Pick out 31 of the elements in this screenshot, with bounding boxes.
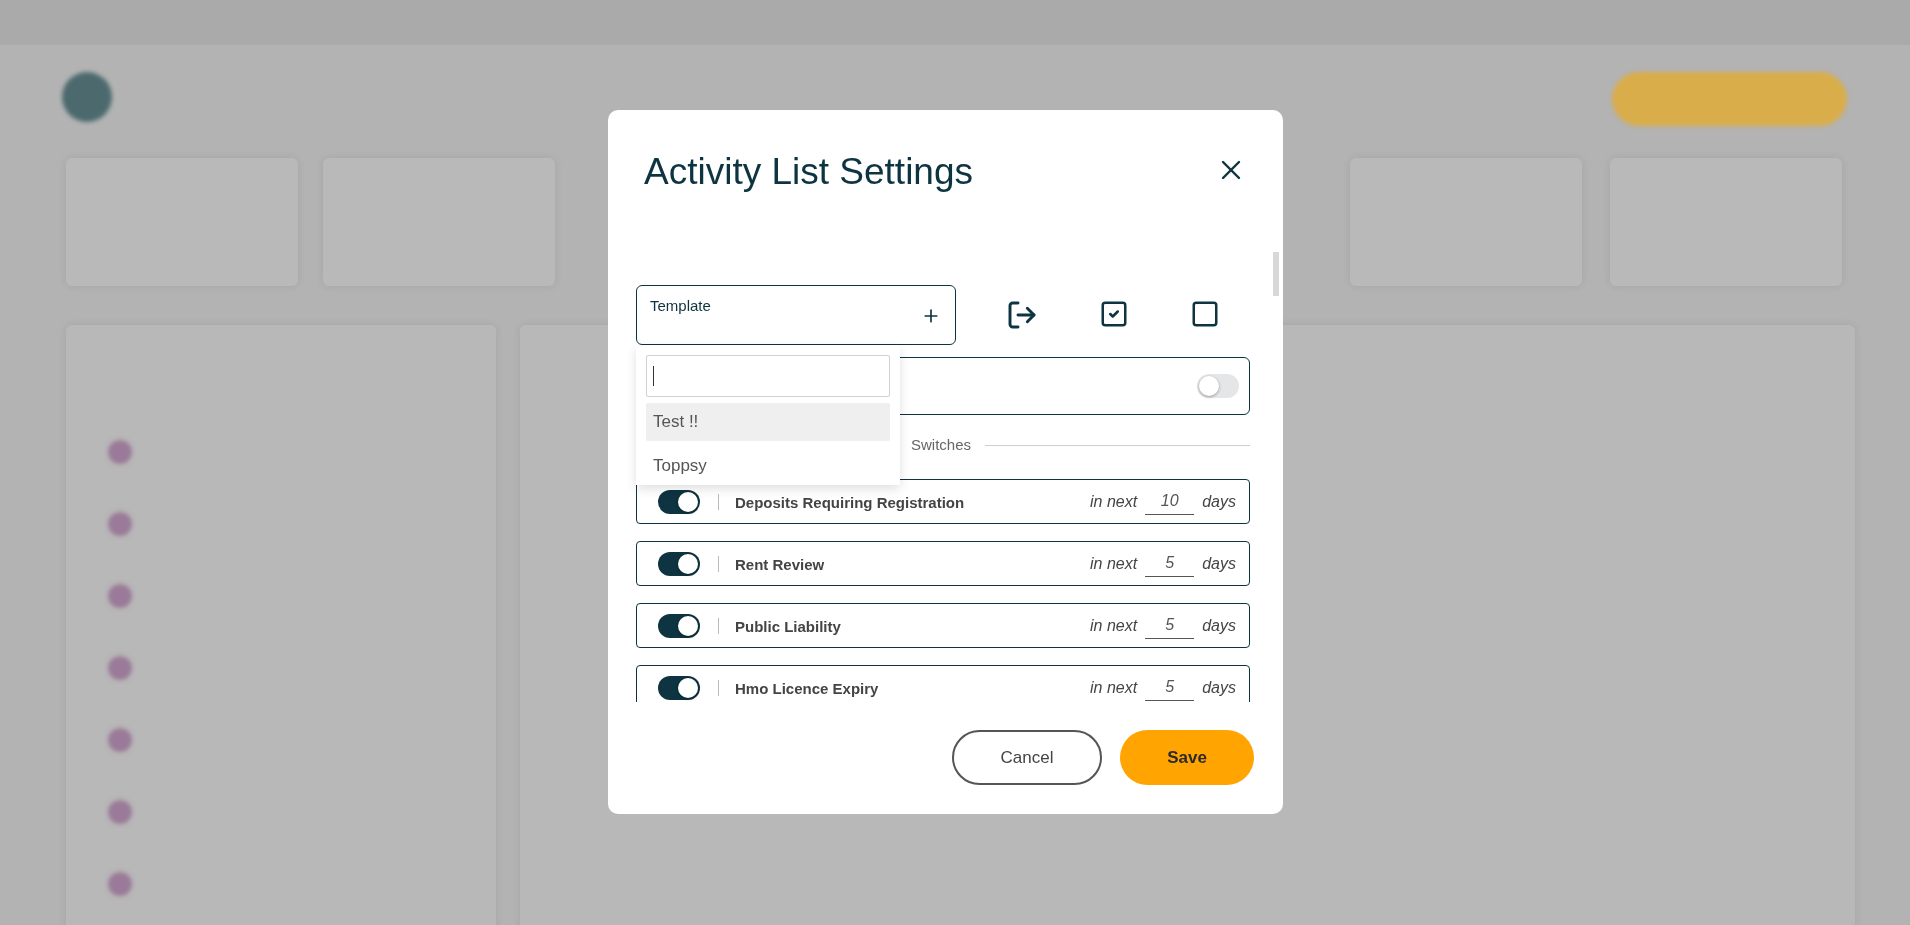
- toggle-switch[interactable]: [658, 551, 700, 576]
- save-button[interactable]: Save: [1120, 730, 1254, 785]
- days-label: days: [1202, 615, 1236, 636]
- toggle-switch[interactable]: [658, 675, 700, 700]
- switch-label: Public Liability: [735, 617, 841, 638]
- days-input[interactable]: 10: [1145, 488, 1195, 515]
- dropdown-option[interactable]: Toppsy: [646, 447, 890, 485]
- select-all-icon[interactable]: [1099, 299, 1129, 329]
- template-label: Template: [650, 297, 711, 314]
- switch-label: Rent Review: [735, 555, 825, 576]
- toggle-switch[interactable]: [658, 489, 700, 514]
- dropdown-search-field[interactable]: [646, 355, 890, 397]
- days-label: days: [1202, 553, 1236, 574]
- dropdown-option[interactable]: Test !!: [646, 403, 890, 441]
- days-label: days: [1202, 491, 1236, 512]
- days-input[interactable]: 5: [1145, 674, 1195, 701]
- cancel-button[interactable]: Cancel: [952, 730, 1102, 785]
- in-next-label: in next: [1090, 677, 1138, 698]
- days-input[interactable]: 5: [1145, 612, 1195, 639]
- in-next-label: in next: [1090, 553, 1138, 574]
- switch-label: Deposits Requiring Registration: [735, 493, 965, 514]
- in-next-label: in next: [1090, 491, 1138, 512]
- days-label: days: [1202, 677, 1236, 698]
- section-label: Switches: [911, 434, 972, 455]
- toggle-switch[interactable]: [1197, 374, 1239, 398]
- template-field[interactable]: Template: [636, 285, 956, 345]
- days-input[interactable]: 5: [1145, 550, 1195, 577]
- switch-label: Hmo Licence Expiry: [735, 679, 879, 700]
- toggle-switch[interactable]: [658, 613, 700, 638]
- in-next-label: in next: [1090, 615, 1138, 636]
- dialog-title: Activity List Settings: [644, 150, 973, 194]
